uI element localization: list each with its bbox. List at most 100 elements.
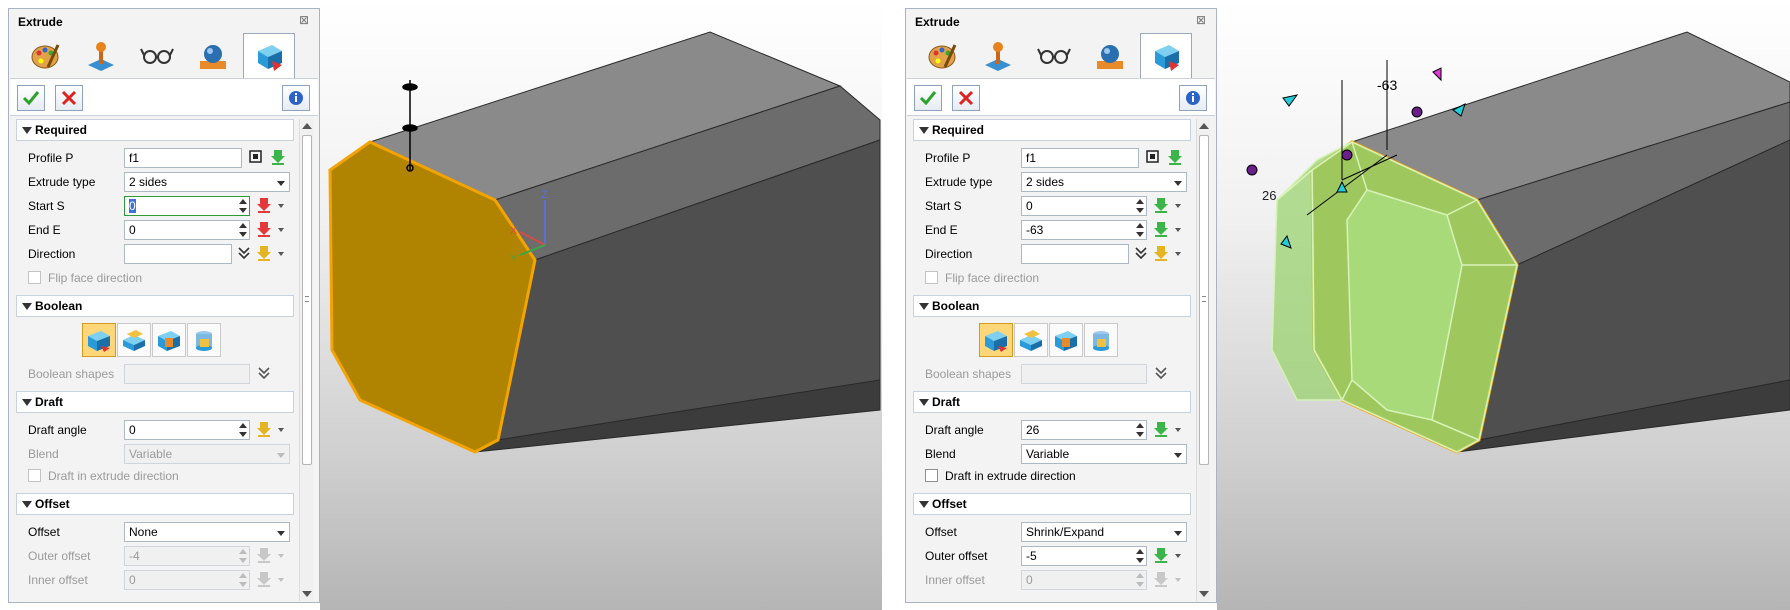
chevron-down-icon[interactable]: [278, 428, 284, 432]
pick-arrow-yellow-icon[interactable]: [256, 245, 272, 261]
tab-color-palette[interactable]: [916, 36, 968, 76]
pick-arrow-disabled-icon[interactable]: [1153, 571, 1169, 587]
blend-select[interactable]: Variable: [124, 444, 290, 464]
profile-input[interactable]: f1: [1021, 148, 1139, 168]
chevron-down-icon[interactable]: [278, 554, 284, 558]
offset-label: Offset: [28, 525, 60, 539]
boolean-add-button[interactable]: [117, 323, 151, 357]
pick-arrow-disabled-icon[interactable]: [256, 547, 272, 563]
section-offset-header[interactable]: Offset: [913, 493, 1191, 515]
end-input[interactable]: -63: [1021, 220, 1147, 240]
section-draft-header[interactable]: Draft: [16, 391, 294, 413]
draft-extrude-dir-checkbox[interactable]: [925, 469, 938, 482]
chevron-down-icon[interactable]: [1175, 228, 1181, 232]
info-button[interactable]: [282, 85, 310, 111]
select-list-icon[interactable]: [248, 149, 264, 165]
pick-arrow-icon[interactable]: [1167, 149, 1183, 165]
inner-offset-input[interactable]: 0: [1021, 570, 1147, 590]
section-required-header[interactable]: Required: [913, 119, 1191, 141]
vertical-scrollbar[interactable]: [1196, 119, 1210, 601]
section-draft-header[interactable]: Draft: [913, 391, 1191, 413]
start-input[interactable]: 0: [124, 196, 250, 216]
chevron-down-icon[interactable]: [1175, 428, 1181, 432]
flip-checkbox[interactable]: [925, 271, 938, 284]
info-button[interactable]: [1179, 85, 1207, 111]
start-input[interactable]: 0: [1021, 196, 1147, 216]
chevron-down-icon[interactable]: [278, 204, 284, 208]
vertical-scrollbar[interactable]: [299, 119, 313, 601]
panel-close-icon[interactable]: ⊠: [297, 13, 311, 27]
chevron-down-icon[interactable]: [1175, 252, 1181, 256]
pick-arrow-icon[interactable]: [270, 149, 286, 165]
chevron-down-icon[interactable]: [1175, 204, 1181, 208]
pick-arrow-yellow-icon[interactable]: [256, 421, 272, 437]
tab-extrude-shape[interactable]: [243, 33, 295, 78]
direction-input[interactable]: [1021, 244, 1129, 264]
blend-select[interactable]: Variable: [1021, 444, 1187, 464]
ok-button[interactable]: [914, 85, 942, 111]
graphics-viewport[interactable]: Z X Y: [320, 0, 882, 610]
boolean-remove-button[interactable]: [1049, 323, 1083, 357]
double-chevron-icon[interactable]: [1133, 245, 1149, 261]
pick-arrow-red-icon[interactable]: [256, 197, 272, 213]
outer-offset-input[interactable]: -4: [124, 546, 250, 566]
boolean-base-button[interactable]: [979, 323, 1013, 357]
draft-angle-input[interactable]: 26: [1021, 420, 1147, 440]
extrude-type-select[interactable]: 2 sides: [1021, 172, 1187, 192]
pick-arrow-red-icon[interactable]: [256, 221, 272, 237]
inner-offset-row: Inner offset 0: [921, 569, 1193, 591]
boolean-intersect-button[interactable]: [1084, 323, 1118, 357]
section-required-header[interactable]: Required: [16, 119, 294, 141]
inner-offset-input[interactable]: 0: [124, 570, 250, 590]
section-boolean-header[interactable]: Boolean: [16, 295, 294, 317]
panel-close-icon[interactable]: ⊠: [1194, 13, 1208, 27]
tab-joystick[interactable]: [75, 36, 127, 76]
tab-render-sphere[interactable]: [1084, 36, 1136, 76]
double-chevron-icon[interactable]: [236, 245, 252, 261]
outer-offset-input[interactable]: -5: [1021, 546, 1147, 566]
chevron-down-icon[interactable]: [278, 228, 284, 232]
cancel-button[interactable]: [952, 85, 980, 111]
extrude-type-select[interactable]: 2 sides: [124, 172, 290, 192]
offset-select[interactable]: None: [124, 522, 290, 542]
draft-angle-input[interactable]: 0: [124, 420, 250, 440]
graphics-viewport[interactable]: -63 26: [1217, 0, 1790, 610]
double-chevron-icon[interactable]: [256, 365, 272, 381]
direction-input[interactable]: [124, 244, 232, 264]
tab-view-glasses[interactable]: [1028, 36, 1080, 76]
tab-render-sphere[interactable]: [187, 36, 239, 76]
boolean-add-button[interactable]: [1014, 323, 1048, 357]
pick-arrow-icon[interactable]: [1153, 221, 1169, 237]
chevron-down-icon[interactable]: [278, 578, 284, 582]
pick-arrow-yellow-icon[interactable]: [1153, 245, 1169, 261]
section-boolean-header[interactable]: Boolean: [913, 295, 1191, 317]
tab-view-glasses[interactable]: [131, 36, 183, 76]
tab-joystick[interactable]: [972, 36, 1024, 76]
pick-arrow-icon[interactable]: [1153, 421, 1169, 437]
tab-color-palette[interactable]: [19, 36, 71, 76]
profile-input[interactable]: f1: [124, 148, 242, 168]
draft-extrude-dir-checkbox[interactable]: [28, 469, 41, 482]
offset-select[interactable]: Shrink/Expand: [1021, 522, 1187, 542]
pick-arrow-disabled-icon[interactable]: [256, 571, 272, 587]
select-list-icon[interactable]: [1145, 149, 1161, 165]
dimension-end-label[interactable]: -63: [1377, 77, 1397, 93]
dimension-draft-label[interactable]: 26: [1262, 188, 1276, 203]
ok-button[interactable]: [17, 85, 45, 111]
boolean-shapes-input[interactable]: [1021, 364, 1147, 384]
pick-arrow-icon[interactable]: [1153, 197, 1169, 213]
chevron-down-icon[interactable]: [1175, 554, 1181, 558]
boolean-base-button[interactable]: [82, 323, 116, 357]
chevron-down-icon[interactable]: [278, 252, 284, 256]
section-offset-header[interactable]: Offset: [16, 493, 294, 515]
cancel-button[interactable]: [55, 85, 83, 111]
tab-extrude-shape[interactable]: [1140, 33, 1192, 78]
chevron-down-icon[interactable]: [1175, 578, 1181, 582]
end-input[interactable]: 0: [124, 220, 250, 240]
flip-checkbox[interactable]: [28, 271, 41, 284]
pick-arrow-icon[interactable]: [1153, 547, 1169, 563]
boolean-shapes-input[interactable]: [124, 364, 250, 384]
boolean-intersect-button[interactable]: [187, 323, 221, 357]
boolean-remove-button[interactable]: [152, 323, 186, 357]
double-chevron-icon[interactable]: [1153, 365, 1169, 381]
